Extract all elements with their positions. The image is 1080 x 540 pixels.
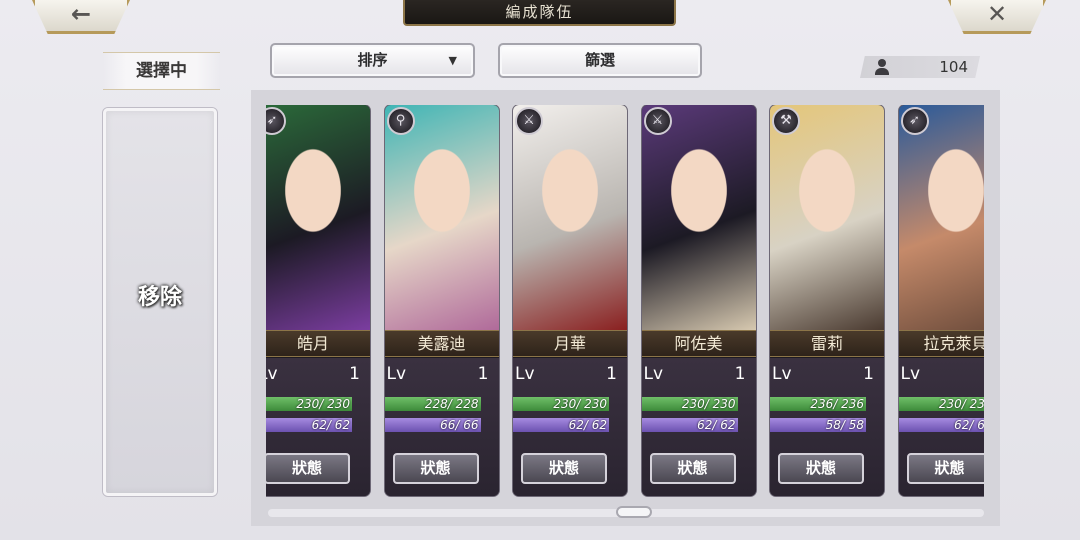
character-name: 阿佐美 [641,330,756,357]
character-portrait [641,105,756,330]
arrow-left-icon: ← [70,0,92,28]
page-title: 編成隊伍 [403,0,676,26]
sort-button[interactable]: 排序 ▼ [270,43,475,78]
character-card[interactable]: ➶ 拉克萊貝 Lv 1 230/ 230 62/ 62 狀態 [898,105,984,496]
character-stats: Lv 1 228/ 228 66/ 66 狀態 [384,358,499,496]
level-label: Lv [386,364,407,384]
character-portrait [513,105,627,330]
character-stats: Lv 1 230/ 230 62/ 62 狀態 [641,358,756,496]
hp-bar: 230/ 230 [513,397,609,411]
character-portrait [770,105,884,330]
level-label: Lv [772,364,792,384]
level-value: 1 [606,364,617,384]
character-stats: Lv 1 230/ 230 62/ 62 狀態 [513,358,627,496]
hp-bar: 230/ 230 [898,397,984,411]
character-portrait [898,105,984,330]
status-button[interactable]: 狀態 [392,453,479,484]
sword-icon: ⚔ [643,107,672,135]
close-icon: ✕ [986,0,1008,28]
level-value: 1 [349,364,360,384]
status-button[interactable]: 狀態 [521,453,607,484]
level-value: 1 [863,364,874,384]
character-portrait [384,105,499,330]
mp-bar: 62/ 62 [266,418,352,432]
status-button[interactable]: 狀態 [906,453,984,484]
chevron-down-icon: ▼ [448,54,457,67]
staff-icon: ⚲ [386,107,415,135]
level-label: Lv [266,364,278,384]
sort-label: 排序 [357,51,388,69]
unit-count-badge: 104 [860,56,980,78]
level-label: Lv [900,364,921,384]
character-stats: Lv 1 236/ 236 58/ 58 狀態 [770,358,884,496]
character-portrait [266,105,370,330]
character-name: 雷莉 [770,330,884,357]
mp-bar: 66/ 66 [384,418,481,432]
hp-bar: 236/ 236 [770,397,866,411]
character-card[interactable]: ⚔ 阿佐美 Lv 1 230/ 230 62/ 62 狀態 [641,105,756,496]
status-button[interactable]: 狀態 [649,453,736,484]
filter-button[interactable]: 篩選 [498,43,702,78]
character-name: 月華 [513,330,627,357]
character-name: 皓月 [266,330,370,357]
character-name: 拉克萊貝 [898,330,984,357]
scrollbar-thumb[interactable] [616,506,652,518]
level-value: 1 [734,364,746,384]
character-stats: Lv 1 230/ 230 62/ 62 狀態 [898,358,984,496]
person-icon [875,59,889,75]
character-card[interactable]: ⚔ 月華 Lv 1 230/ 230 62/ 62 狀態 [513,105,627,496]
bow-icon: ➶ [900,107,929,135]
mp-bar: 58/ 58 [770,418,866,432]
hp-bar: 230/ 230 [266,397,352,411]
status-button[interactable]: 狀態 [266,453,350,484]
character-stats: Lv 1 230/ 230 62/ 62 狀態 [266,358,370,496]
close-button[interactable]: ✕ [948,0,1046,34]
selecting-label: 選擇中 [103,52,220,90]
mp-bar: 62/ 62 [641,418,738,432]
back-button[interactable]: ← [32,0,130,34]
filter-label: 篩選 [584,51,615,69]
sword-icon: ⚔ [515,107,543,135]
character-card-list[interactable]: ➶ 皓月 Lv 1 230/ 230 62/ 62 狀態 ⚲ 美露迪 Lv 1 … [266,105,984,497]
character-name: 美露迪 [384,330,499,357]
level-label: Lv [643,364,664,384]
status-button[interactable]: 狀態 [778,453,864,484]
level-label: Lv [515,364,535,384]
mp-bar: 62/ 62 [513,418,609,432]
hp-bar: 228/ 228 [384,397,481,411]
level-value: 1 [477,364,489,384]
character-card[interactable]: ➶ 皓月 Lv 1 230/ 230 62/ 62 狀態 [266,105,370,496]
remove-label: 移除 [137,284,182,310]
hp-bar: 230/ 230 [641,397,738,411]
mp-bar: 62/ 62 [898,418,984,432]
remove-button[interactable]: 移除 [103,108,217,496]
unit-count: 104 [939,58,968,76]
character-card[interactable]: ⚲ 美露迪 Lv 1 228/ 228 66/ 66 狀態 [384,105,499,496]
character-card[interactable]: ⚒ 雷莉 Lv 1 236/ 236 58/ 58 狀態 [770,105,884,496]
axe-icon: ⚒ [772,107,800,135]
